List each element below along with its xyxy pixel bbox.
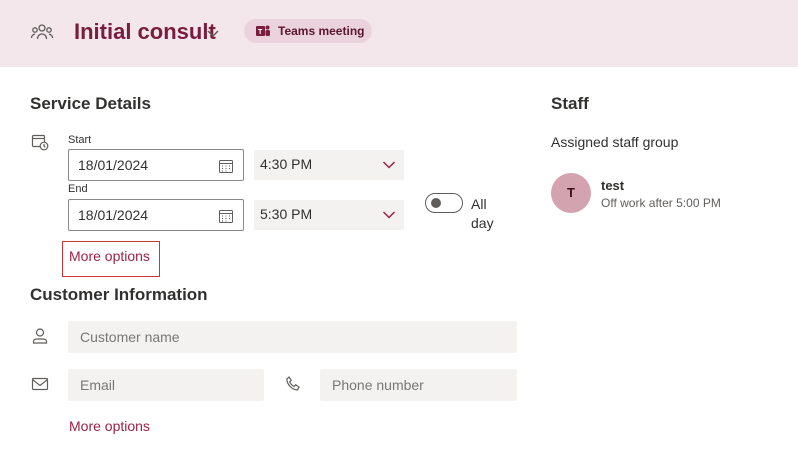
email-input[interactable]: Email: [68, 369, 264, 401]
assigned-staff-group-label: Assigned staff group: [551, 134, 679, 150]
end-date-value: 18/01/2024: [78, 207, 149, 223]
service-more-options-link[interactable]: More options: [69, 248, 150, 264]
end-time-value: 5:30 PM: [260, 206, 313, 222]
start-time-select[interactable]: 4:30 PM: [254, 150, 404, 180]
people-group-icon: [30, 24, 54, 40]
staff-availability-note: Off work after 5:00 PM: [601, 196, 721, 210]
start-label: Start: [68, 134, 92, 146]
calendar-icon[interactable]: [218, 208, 234, 224]
teams-icon: T: [256, 25, 270, 36]
staff-heading: Staff: [551, 94, 589, 113]
teams-meeting-label: Teams meeting: [278, 24, 365, 38]
svg-text:T: T: [258, 29, 263, 36]
phone-icon: [286, 376, 300, 391]
end-label: End: [68, 183, 88, 195]
staff-member-name[interactable]: test: [601, 178, 624, 193]
teams-meeting-badge[interactable]: T Teams meeting: [244, 19, 372, 43]
service-details-heading: Service Details: [30, 94, 151, 113]
mail-icon: [31, 377, 49, 391]
customer-more-options-link[interactable]: More options: [69, 418, 150, 434]
person-icon: [32, 328, 48, 344]
customer-information-heading: Customer Information: [30, 285, 208, 304]
page-header: Initial consult T Teams meeting: [0, 0, 798, 67]
service-title[interactable]: Initial consult: [74, 18, 216, 46]
start-time-value: 4:30 PM: [260, 156, 313, 172]
phone-number-input[interactable]: Phone number: [320, 369, 517, 401]
end-date-input[interactable]: 18/01/2024: [68, 199, 244, 231]
start-date-input[interactable]: 18/01/2024: [68, 149, 244, 181]
toggle-knob: [431, 198, 441, 208]
calendar-icon[interactable]: [218, 158, 234, 174]
chevron-down-icon: [382, 211, 396, 219]
chevron-down-icon: [382, 161, 396, 169]
all-day-toggle[interactable]: [425, 193, 463, 213]
end-time-select[interactable]: 5:30 PM: [254, 200, 404, 230]
calendar-clock-icon: [31, 134, 49, 151]
chevron-down-icon[interactable]: [206, 26, 220, 40]
start-date-value: 18/01/2024: [78, 157, 149, 173]
all-day-label: All day: [471, 196, 494, 231]
avatar[interactable]: T: [551, 173, 591, 213]
customer-name-input[interactable]: Customer name: [68, 321, 517, 353]
